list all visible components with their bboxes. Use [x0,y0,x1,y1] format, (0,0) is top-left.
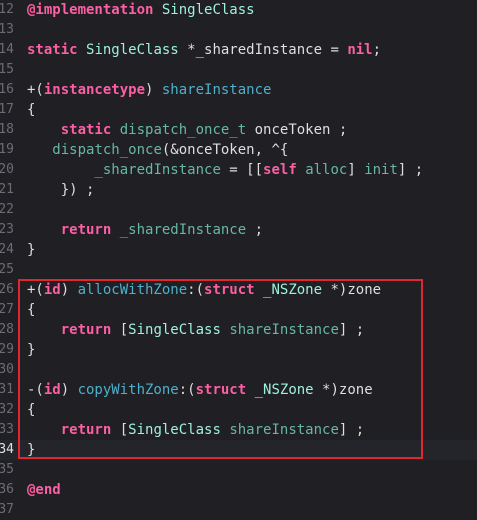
line-number: 37 [0,502,14,517]
code-line[interactable]: 30 [0,360,477,380]
code-line[interactable]: 34} [0,440,477,460]
code-line[interactable]: 23 return _sharedInstance ; [0,220,477,240]
code-text: } [27,342,36,358]
line-number: 14 [0,42,14,57]
code-text: _sharedInstance = [[self alloc] init] ; [94,162,424,178]
code-line[interactable]: 15 [0,60,477,80]
line-number: 24 [0,242,14,257]
code-text: -(id) copyWithZone:(struct _NSZone *)zon… [27,382,373,398]
line-number: 27 [0,302,14,317]
code-text: { [27,302,36,318]
line-number: 15 [0,62,14,77]
line-number: 25 [0,262,14,277]
code-line[interactable]: 18 static dispatch_once_t onceToken ; [0,120,477,140]
code-text: }) ; [27,182,95,198]
code-line[interactable]: 36 @end [0,480,477,500]
line-number: 30 [0,362,14,377]
code-line[interactable]: 25 [0,260,477,280]
code-line[interactable]: 35 [0,460,477,480]
line-number: 18 [0,122,14,137]
line-number: 34 [0,442,14,457]
code-text: dispatch_once(&onceToken, ^{ [52,142,289,158]
code-line[interactable]: 20 _sharedInstance = [[self alloc] init]… [0,160,477,180]
code-text: +(id) allocWithZone:(struct _NSZone *)zo… [27,282,382,298]
line-number: 29 [0,342,14,357]
code-line[interactable]: 24} [0,240,477,260]
code-editor[interactable]: 12 @implementation SingleClass 13 14 static … [0,0,477,517]
code-line[interactable]: 22 [0,200,477,220]
code-text: { [27,402,36,418]
line-number: 12 [0,2,14,17]
code-line[interactable]: 13 [0,20,477,40]
code-line[interactable]: 21 }) ; [0,180,477,200]
code-line[interactable]: 12 @implementation SingleClass [0,0,477,20]
code-text: @end [27,482,61,498]
line-number: 31 [0,382,14,397]
code-line[interactable]: 27 { [0,300,477,320]
code-text: static SingleClass *_sharedInstance = ni… [27,42,382,58]
line-number: 23 [0,222,14,237]
line-number: 16 [0,82,14,97]
code-line[interactable]: 19 dispatch_once(&onceToken, ^{ [0,140,477,160]
code-line[interactable]: 14 static SingleClass *_sharedInstance = … [0,40,477,60]
code-text: { [27,102,36,118]
code-line[interactable]: 17 { [0,100,477,120]
code-text: @implementation SingleClass [27,2,255,18]
code-text: return [SingleClass shareInstance] ; [60,422,365,438]
code-text: } [27,242,36,258]
line-number: 17 [0,102,14,117]
line-number: 32 [0,402,14,417]
line-number: 33 [0,422,14,437]
code-text: static dispatch_once_t onceToken ; [60,122,348,138]
line-number: 26 [0,282,14,297]
line-number: 36 [0,482,14,497]
line-number: 19 [0,142,14,157]
code-line[interactable]: 26 +(id) allocWithZone:(struct _NSZone *)… [0,280,477,300]
line-number: 21 [0,182,14,197]
line-number: 22 [0,202,14,217]
code-line[interactable]: 16 +(instancetype) shareInstance [0,80,477,100]
code-line[interactable]: 32 { [0,400,477,420]
code-text: return _sharedInstance ; [60,222,264,238]
line-number: 13 [0,22,14,37]
code-line[interactable]: 31 -(id) copyWithZone:(struct _NSZone *)z… [0,380,477,400]
code-line[interactable]: 33 return [SingleClass shareInstance] ; [0,420,477,440]
code-line[interactable]: 37 [0,500,477,520]
code-text: return [SingleClass shareInstance] ; [60,322,365,338]
line-number: 35 [0,462,14,477]
code-text: } [27,442,36,458]
line-number: 28 [0,322,14,337]
code-text: +(instancetype) shareInstance [27,82,272,98]
code-line[interactable]: 28 return [SingleClass shareInstance] ; [0,320,477,340]
line-number: 20 [0,162,14,177]
code-line[interactable]: 29} [0,340,477,360]
